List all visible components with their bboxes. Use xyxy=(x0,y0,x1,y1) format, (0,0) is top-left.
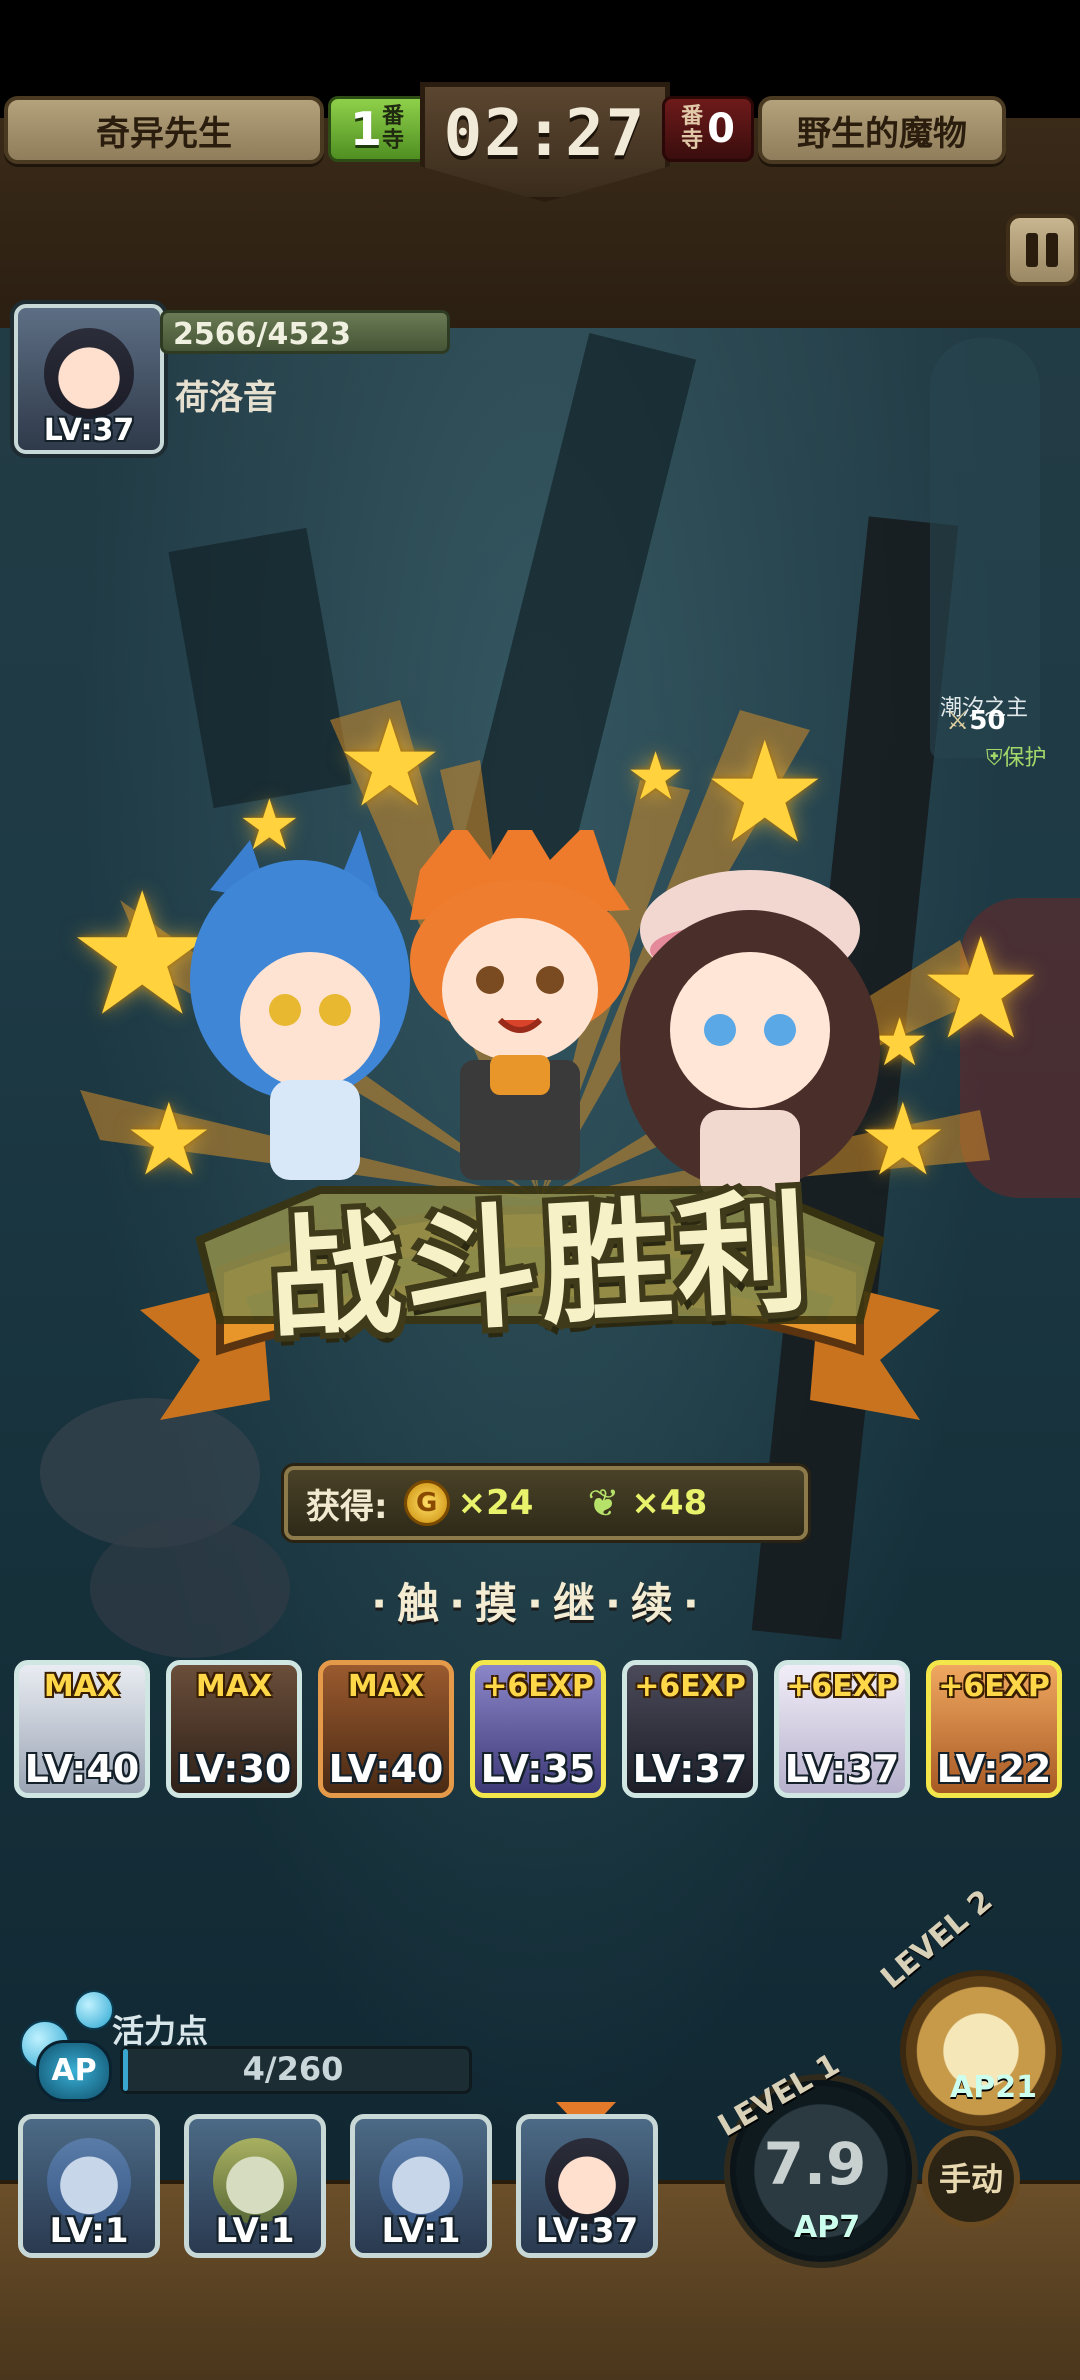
enemy-score-box: 番寺 0 xyxy=(662,96,754,162)
team-slot[interactable]: LV:1 xyxy=(18,2114,160,2258)
exp-tag: MAX xyxy=(43,1669,121,1704)
score-unit: 番寺 xyxy=(382,104,405,153)
hero-face xyxy=(43,327,135,419)
ap-bubble xyxy=(74,1990,114,2030)
exp-tag: +6EXP xyxy=(786,1669,898,1704)
exp-tag: +6EXP xyxy=(482,1669,594,1704)
exp-level: LV:37 xyxy=(784,1747,900,1791)
hero-hp-bar: 2566/4523 xyxy=(160,310,450,354)
hero-name: 荷洛音 xyxy=(175,378,277,418)
exp-card: MAX LV:30 xyxy=(166,1660,302,1798)
enemy-score: 0 xyxy=(707,106,735,152)
enemy-name: 野生的魔物 xyxy=(758,96,1006,164)
exp-card: MAX LV:40 xyxy=(318,1660,454,1798)
exp-tag: MAX xyxy=(347,1669,425,1704)
team-slot[interactable]: LV:1 xyxy=(184,2114,326,2258)
exp-level: LV:30 xyxy=(176,1747,292,1791)
enemy-score-unit: 番寺 xyxy=(681,104,704,153)
skill-ap-7: AP7 xyxy=(794,2210,861,2245)
team-level: LV:37 xyxy=(535,2211,639,2251)
skill-ap-21: AP21 xyxy=(950,2070,1037,2105)
reward-bar: 获得: G ×24 ❦ ×48 xyxy=(284,1466,808,1540)
team-level: LV:1 xyxy=(215,2211,295,2251)
pause-icon xyxy=(1026,233,1038,267)
exp-level: LV:22 xyxy=(936,1747,1052,1791)
exp-level: LV:35 xyxy=(480,1747,596,1791)
team-level: LV:1 xyxy=(381,2211,461,2251)
ap-icon: AP xyxy=(36,2040,112,2102)
exp-tag: +6EXP xyxy=(938,1669,1050,1704)
exp-level: LV:40 xyxy=(24,1747,140,1791)
mascot-orange-boy xyxy=(410,830,630,1180)
ap-value: 4/260 xyxy=(242,2050,344,2088)
star-icon: ★ xyxy=(336,695,444,834)
coin-qty: ×24 xyxy=(457,1483,534,1523)
hero-portrait[interactable]: LV:37 xyxy=(14,304,164,454)
exp-tag: MAX xyxy=(195,1669,273,1704)
reward-label: 获得: xyxy=(306,1486,388,1527)
gear-icon[interactable] xyxy=(900,1970,1062,2132)
exp-card: +6EXP LV:37 xyxy=(774,1660,910,1798)
team-slot[interactable]: LV:37 xyxy=(516,2114,658,2258)
exp-level: LV:40 xyxy=(328,1747,444,1791)
player-name: 奇异先生 xyxy=(4,96,324,164)
mascot-cat-girl xyxy=(190,830,410,1180)
skill-dial-value: 7.9 xyxy=(763,2130,867,2198)
manual-toggle-button[interactable]: 手动 xyxy=(922,2130,1020,2228)
player-score-box: 1 番寺 xyxy=(328,96,430,162)
star-icon: ★ xyxy=(626,738,686,815)
exp-card: +6EXP LV:35 xyxy=(470,1660,606,1798)
feather-qty: ×48 xyxy=(631,1483,708,1523)
exp-card: +6EXP LV:22 xyxy=(926,1660,1062,1798)
exp-level: LV:37 xyxy=(632,1747,748,1791)
exp-tag: +6EXP xyxy=(634,1669,746,1704)
player-score: 1 xyxy=(349,102,382,156)
pause-icon xyxy=(1046,233,1058,267)
exp-card: MAX LV:40 xyxy=(14,1660,150,1798)
pause-button[interactable] xyxy=(1006,214,1078,286)
hero-level: LV:37 xyxy=(43,413,135,448)
coin-icon: G xyxy=(403,1480,450,1526)
victory-title: 战斗胜利 xyxy=(264,1175,817,1359)
team-level: LV:1 xyxy=(49,2211,129,2251)
feather-icon: ❦ xyxy=(587,1481,620,1525)
exp-card: +6EXP LV:37 xyxy=(622,1660,758,1798)
star-icon: ★ xyxy=(918,908,1044,1071)
team-slot[interactable]: LV:1 xyxy=(350,2114,492,2258)
tap-to-continue[interactable]: ·触·摸·继·续· xyxy=(0,1570,1080,1631)
